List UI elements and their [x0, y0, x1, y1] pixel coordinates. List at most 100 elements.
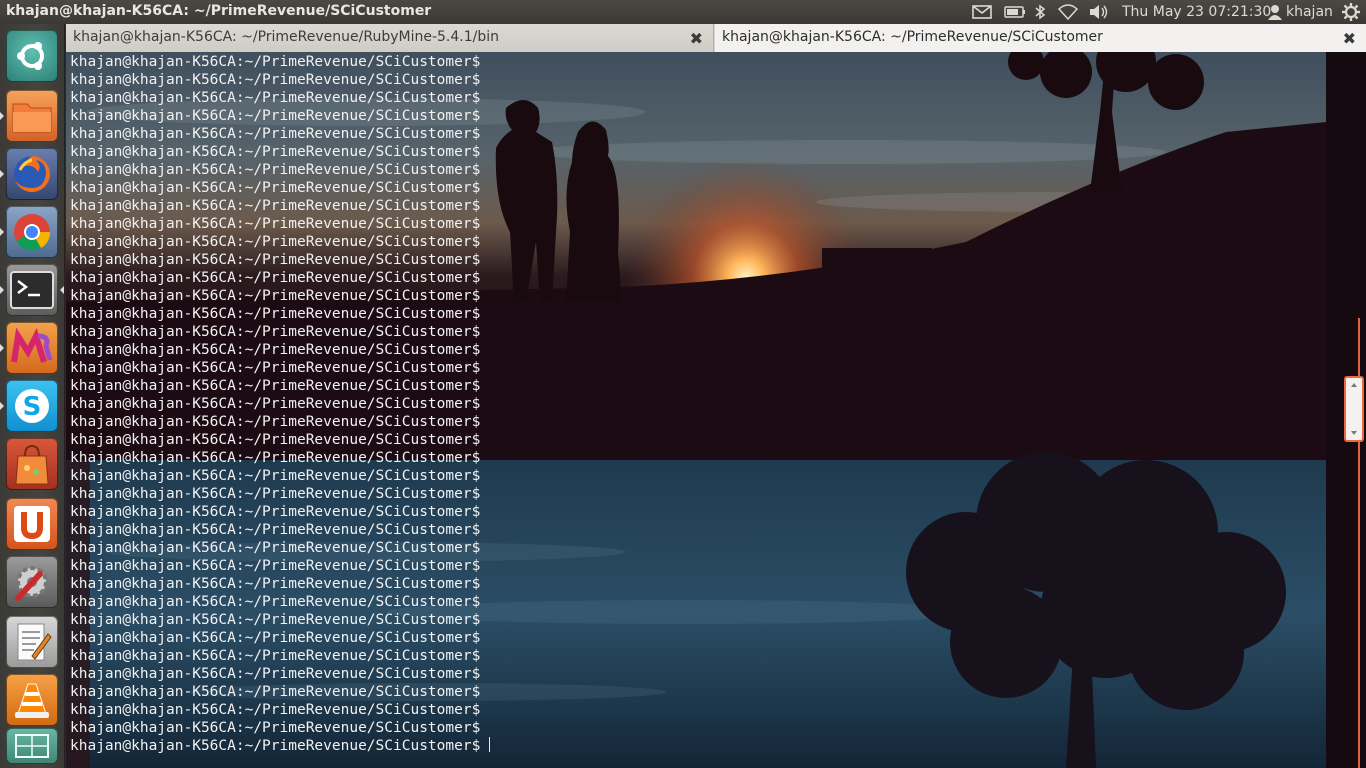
shell-prompt: khajan@khajan-K56CA:~/PrimeRevenue/SCiCu…	[70, 198, 481, 214]
terminal-output: khajan@khajan-K56CA:~/PrimeRevenue/SCiCu…	[70, 53, 491, 755]
terminal-line: khajan@khajan-K56CA:~/PrimeRevenue/SCiCu…	[70, 287, 490, 305]
running-indicator	[0, 170, 4, 178]
close-icon[interactable]: ✖	[1343, 29, 1356, 48]
running-indicator	[0, 286, 4, 294]
firefox-icon	[14, 156, 50, 192]
shell-prompt: khajan@khajan-K56CA:~/PrimeRevenue/SCiCu…	[70, 180, 481, 196]
text-editor-button[interactable]	[6, 616, 58, 668]
shell-prompt: khajan@khajan-K56CA:~/PrimeRevenue/SCiCu…	[70, 450, 481, 466]
tab-rubymine-bin[interactable]: khajan@khajan-K56CA: ~/PrimeRevenue/Ruby…	[66, 24, 714, 52]
ubuntu-one-button[interactable]	[6, 498, 58, 550]
tab-scicustomer[interactable]: khajan@khajan-K56CA: ~/PrimeRevenue/SCiC…	[715, 24, 1366, 52]
terminal-icon	[10, 271, 54, 309]
terminal-line: khajan@khajan-K56CA:~/PrimeRevenue/SCiCu…	[70, 701, 490, 719]
terminal-line: khajan@khajan-K56CA:~/PrimeRevenue/SCiCu…	[70, 179, 490, 197]
shell-prompt: khajan@khajan-K56CA:~/PrimeRevenue/SCiCu…	[70, 504, 481, 520]
shell-prompt: khajan@khajan-K56CA:~/PrimeRevenue/SCiCu…	[70, 216, 481, 232]
user-name[interactable]: khajan	[1286, 0, 1333, 24]
running-indicator	[0, 112, 4, 120]
shell-prompt: khajan@khajan-K56CA:~/PrimeRevenue/SCiCu…	[70, 612, 481, 628]
terminal-line: khajan@khajan-K56CA:~/PrimeRevenue/SCiCu…	[70, 683, 490, 701]
running-indicator	[0, 344, 4, 352]
terminal-line: khajan@khajan-K56CA:~/PrimeRevenue/SCiCu…	[70, 269, 490, 287]
settings-icon	[15, 566, 48, 601]
terminal-line: khajan@khajan-K56CA:~/PrimeRevenue/SCiCu…	[70, 341, 490, 359]
shell-prompt: khajan@khajan-K56CA:~/PrimeRevenue/SCiCu…	[70, 144, 481, 160]
wifi-icon[interactable]	[1058, 0, 1078, 24]
terminal-line: khajan@khajan-K56CA:~/PrimeRevenue/SCiCu…	[70, 377, 490, 395]
vlc-button[interactable]	[6, 674, 58, 726]
tab-label: khajan@khajan-K56CA: ~/PrimeRevenue/SCiC…	[722, 29, 1103, 45]
terminal-line: khajan@khajan-K56CA:~/PrimeRevenue/SCiCu…	[70, 413, 490, 431]
svg-text:S: S	[23, 392, 42, 422]
terminal-line: khajan@khajan-K56CA:~/PrimeRevenue/SCiCu…	[70, 395, 490, 413]
workspace-icon	[15, 734, 49, 758]
shell-prompt: khajan@khajan-K56CA:~/PrimeRevenue/SCiCu…	[70, 720, 481, 736]
shell-prompt: khajan@khajan-K56CA:~/PrimeRevenue/SCiCu…	[70, 684, 481, 700]
chrome-button[interactable]	[6, 206, 58, 258]
terminal-line: khajan@khajan-K56CA:~/PrimeRevenue/SCiCu…	[70, 647, 490, 665]
shell-prompt: khajan@khajan-K56CA:~/PrimeRevenue/SCiCu…	[70, 486, 481, 502]
terminal-line: khajan@khajan-K56CA:~/PrimeRevenue/SCiCu…	[70, 53, 490, 71]
terminal-line: khajan@khajan-K56CA:~/PrimeRevenue/SCiCu…	[70, 161, 490, 179]
launcher: S	[0, 24, 65, 768]
shell-prompt: khajan@khajan-K56CA:~/PrimeRevenue/SCiCu…	[70, 468, 481, 484]
terminal-line: khajan@khajan-K56CA:~/PrimeRevenue/SCiCu…	[70, 215, 490, 233]
chrome-icon	[14, 214, 51, 251]
text-editor-icon	[17, 623, 52, 661]
rubymine-button[interactable]	[6, 322, 58, 374]
shell-prompt: khajan@khajan-K56CA:~/PrimeRevenue/SCiCu…	[70, 432, 481, 448]
ubuntu-logo-icon	[17, 42, 44, 70]
terminal-line: khajan@khajan-K56CA:~/PrimeRevenue/SCiCu…	[70, 737, 491, 755]
terminal-line: khajan@khajan-K56CA:~/PrimeRevenue/SCiCu…	[70, 233, 490, 251]
running-indicator	[0, 228, 4, 236]
terminal-line: khajan@khajan-K56CA:~/PrimeRevenue/SCiCu…	[70, 197, 490, 215]
mail-icon[interactable]	[972, 0, 992, 24]
shell-prompt: khajan@khajan-K56CA:~/PrimeRevenue/SCiCu…	[70, 414, 481, 430]
folder-icon	[12, 103, 52, 133]
bluetooth-icon[interactable]	[1034, 0, 1046, 24]
user-icon[interactable]	[1268, 0, 1282, 24]
shell-prompt: khajan@khajan-K56CA:~/PrimeRevenue/SCiCu…	[70, 72, 481, 88]
workspace-switcher-button[interactable]	[6, 728, 58, 764]
terminal-line: khajan@khajan-K56CA:~/PrimeRevenue/SCiCu…	[70, 359, 490, 377]
text-cursor	[489, 737, 491, 752]
shell-prompt: khajan@khajan-K56CA:~/PrimeRevenue/SCiCu…	[70, 522, 481, 538]
battery-icon[interactable]	[1004, 0, 1026, 24]
terminal-line: khajan@khajan-K56CA:~/PrimeRevenue/SCiCu…	[70, 539, 490, 557]
shell-prompt: khajan@khajan-K56CA:~/PrimeRevenue/SCiCu…	[70, 666, 481, 682]
clock[interactable]: Thu May 23 07:21:30	[1122, 0, 1271, 24]
shell-prompt: khajan@khajan-K56CA:~/PrimeRevenue/SCiCu…	[70, 378, 481, 394]
shell-prompt: khajan@khajan-K56CA:~/PrimeRevenue/SCiCu…	[70, 360, 481, 376]
terminal-line: khajan@khajan-K56CA:~/PrimeRevenue/SCiCu…	[70, 449, 490, 467]
terminal-line: khajan@khajan-K56CA:~/PrimeRevenue/SCiCu…	[70, 557, 490, 575]
terminal-line: khajan@khajan-K56CA:~/PrimeRevenue/SCiCu…	[70, 629, 490, 647]
shell-prompt: khajan@khajan-K56CA:~/PrimeRevenue/SCiCu…	[70, 270, 481, 286]
volume-icon[interactable]	[1088, 0, 1110, 24]
terminal-view[interactable]: khajan@khajan-K56CA:~/PrimeRevenue/SCiCu…	[66, 52, 1366, 768]
files-button[interactable]	[6, 90, 58, 142]
shell-prompt: khajan@khajan-K56CA:~/PrimeRevenue/SCiCu…	[70, 306, 481, 322]
terminal-line: khajan@khajan-K56CA:~/PrimeRevenue/SCiCu…	[70, 593, 490, 611]
skype-button[interactable]: S	[6, 380, 58, 432]
scrollbar-thumb[interactable]	[1344, 376, 1364, 442]
system-settings-button[interactable]	[6, 556, 58, 608]
shell-prompt: khajan@khajan-K56CA:~/PrimeRevenue/SCiCu…	[70, 576, 481, 592]
terminal-line: khajan@khajan-K56CA:~/PrimeRevenue/SCiCu…	[70, 305, 490, 323]
terminal-line: khajan@khajan-K56CA:~/PrimeRevenue/SCiCu…	[70, 503, 490, 521]
shell-prompt: khajan@khajan-K56CA:~/PrimeRevenue/SCiCu…	[70, 234, 481, 250]
close-icon[interactable]: ✖	[690, 29, 703, 48]
firefox-button[interactable]	[6, 148, 58, 200]
software-center-button[interactable]	[6, 438, 58, 490]
terminal-button[interactable]	[6, 264, 58, 316]
active-indicator	[60, 286, 64, 294]
dash-home-button[interactable]	[6, 30, 58, 82]
gear-icon[interactable]	[1342, 0, 1360, 24]
shell-prompt: khajan@khajan-K56CA:~/PrimeRevenue/SCiCu…	[70, 558, 481, 574]
running-indicator	[0, 402, 4, 410]
terminal-line: khajan@khajan-K56CA:~/PrimeRevenue/SCiCu…	[70, 143, 490, 161]
shell-prompt: khajan@khajan-K56CA:~/PrimeRevenue/SCiCu…	[70, 54, 481, 70]
rubymine-icon	[11, 327, 53, 363]
terminal-line: khajan@khajan-K56CA:~/PrimeRevenue/SCiCu…	[70, 89, 490, 107]
shell-prompt: khajan@khajan-K56CA:~/PrimeRevenue/SCiCu…	[70, 162, 481, 178]
